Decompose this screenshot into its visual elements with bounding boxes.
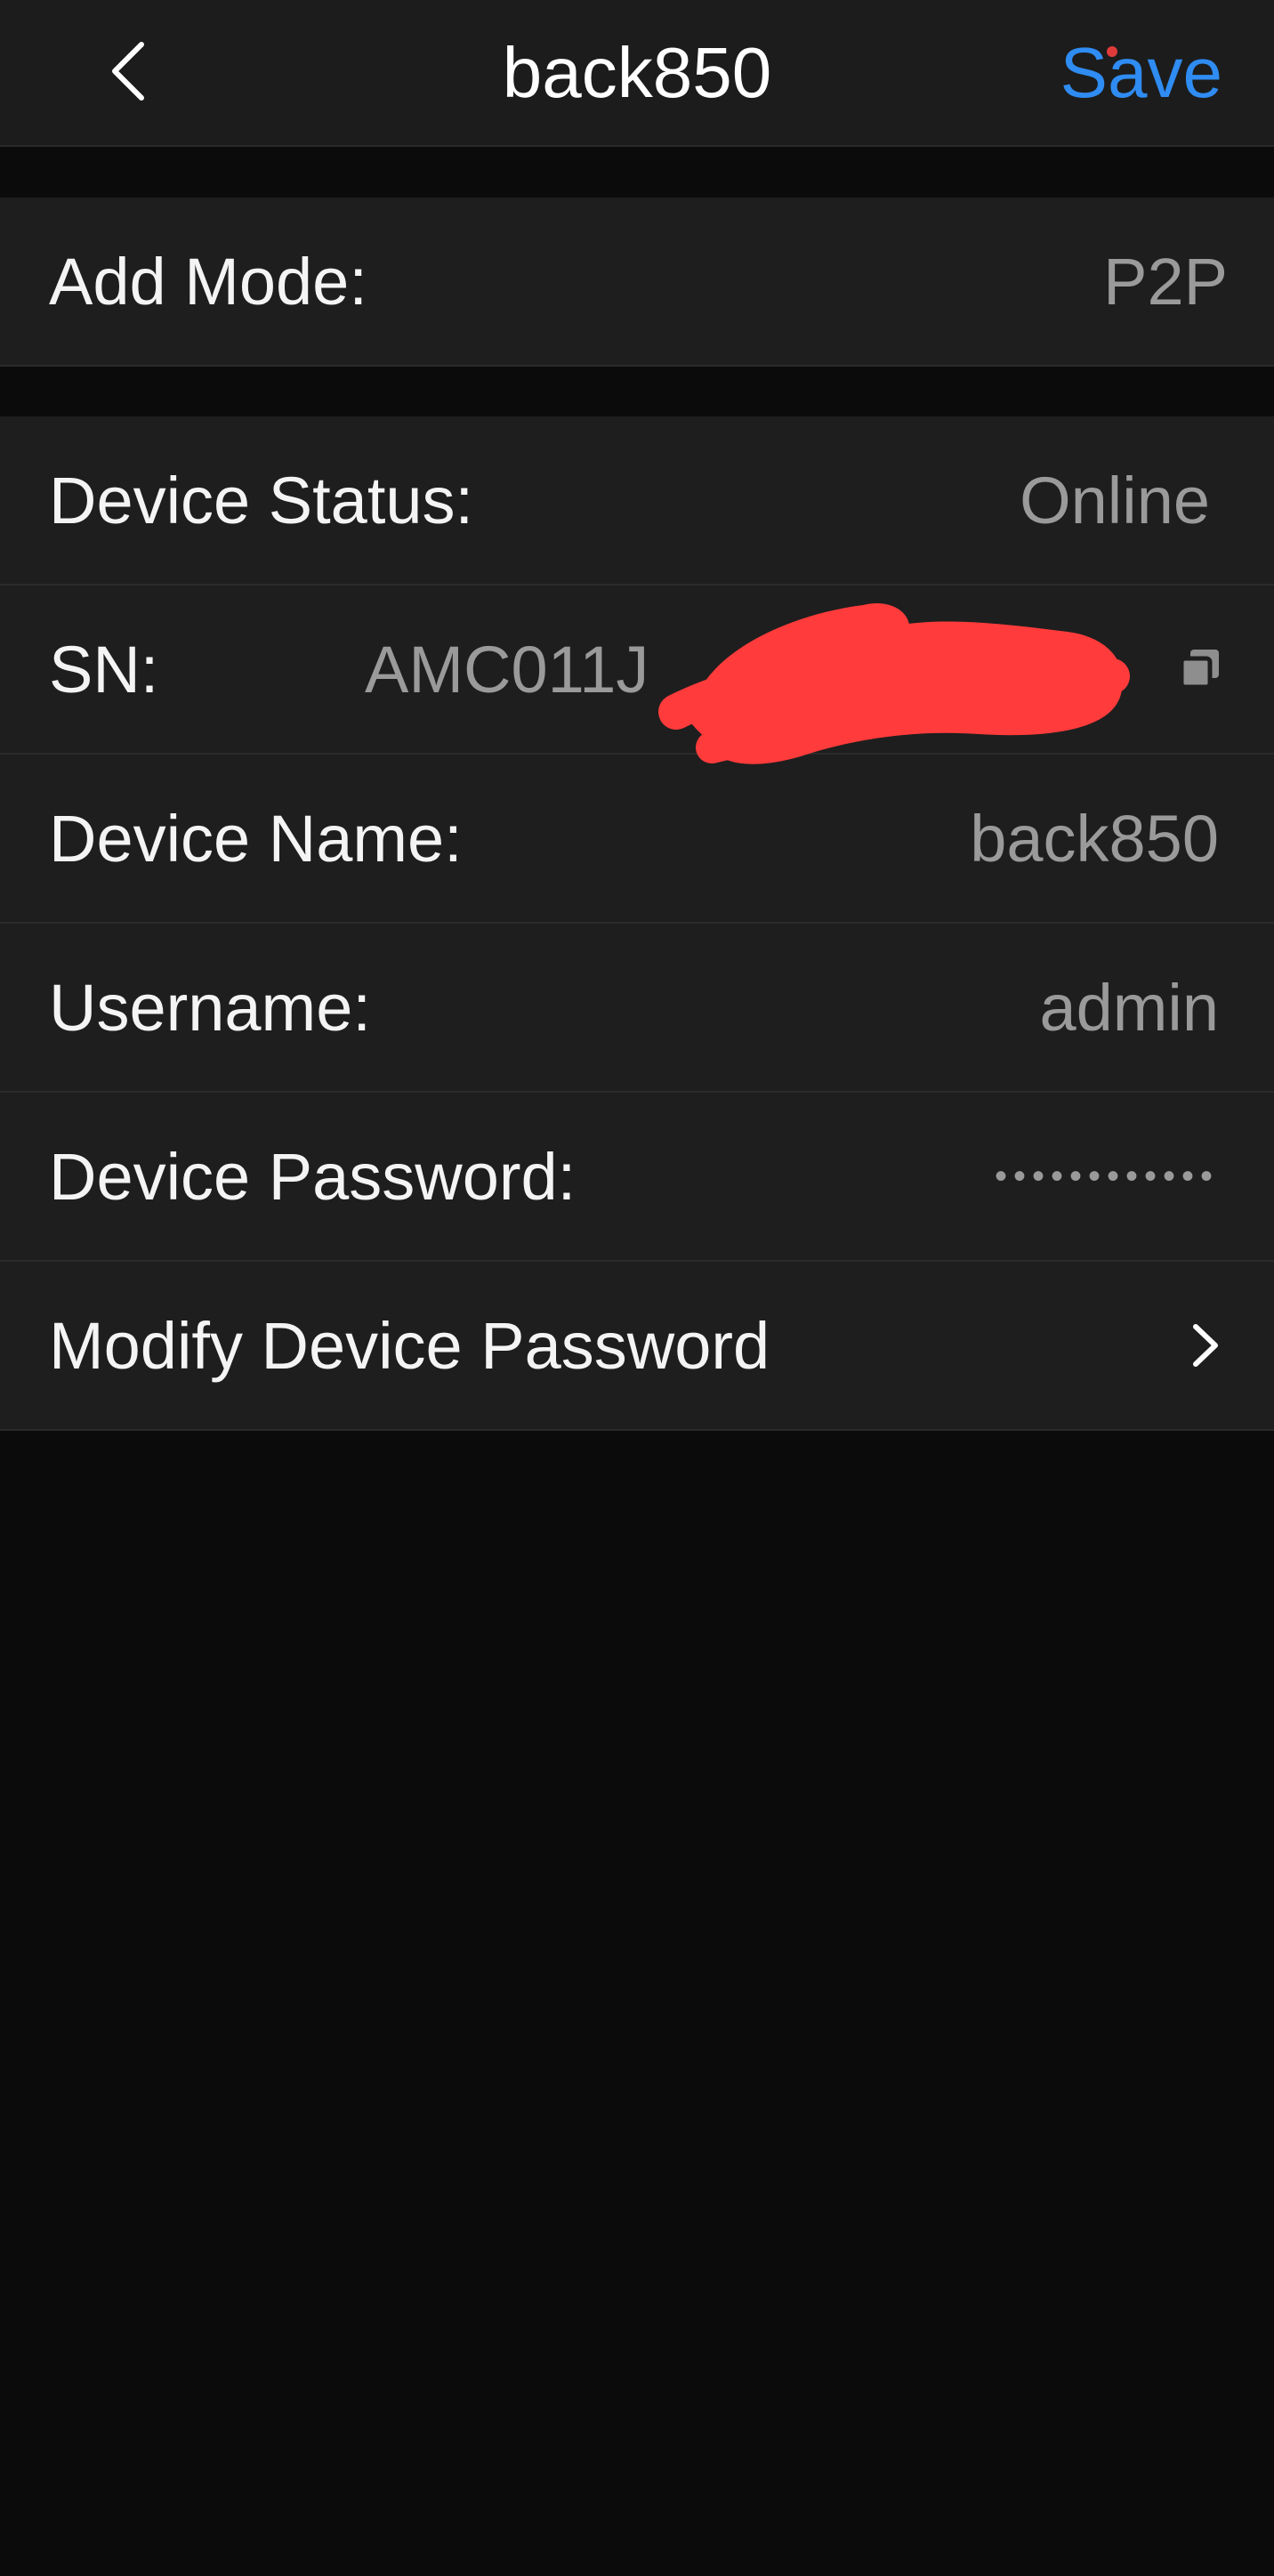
device-status-value: Online	[1020, 463, 1210, 537]
save-button[interactable]: Save	[1060, 0, 1222, 145]
back-button[interactable]	[89, 27, 169, 116]
username-row[interactable]: Username: admin	[0, 924, 1274, 1093]
add-mode-label: Add Mode:	[49, 244, 367, 319]
device-password-row[interactable]: Device Password: ••••••••••••	[0, 1093, 1274, 1262]
sn-value: AMC011J	[365, 632, 649, 707]
copy-sn-button[interactable]	[1174, 642, 1228, 696]
modify-password-row[interactable]: Modify Device Password	[0, 1262, 1274, 1431]
notification-dot	[1107, 46, 1117, 57]
device-info-section: Device Status: Online SN: AMC011J Device…	[0, 416, 1274, 1431]
chevron-right-icon	[1193, 1324, 1218, 1367]
top-bar: back850 Save	[0, 0, 1274, 147]
device-password-value[interactable]: ••••••••••••	[995, 1157, 1219, 1197]
sn-label: SN:	[49, 632, 159, 707]
device-status-label: Device Status:	[49, 463, 474, 537]
device-name-value[interactable]: back850	[970, 801, 1219, 876]
chevron-left-icon	[112, 42, 144, 101]
modify-password-chevron	[1183, 1314, 1228, 1377]
device-status-row: Device Status: Online	[0, 416, 1274, 585]
username-label: Username:	[49, 970, 371, 1045]
add-mode-row: Add Mode: P2P	[0, 198, 1274, 367]
device-name-label: Device Name:	[49, 801, 463, 876]
copy-icon	[1179, 650, 1219, 690]
modify-password-label: Modify Device Password	[49, 1308, 770, 1383]
add-mode-value: P2P	[1103, 244, 1228, 319]
device-name-row[interactable]: Device Name: back850	[0, 755, 1274, 924]
username-value[interactable]: admin	[1039, 970, 1219, 1046]
device-password-label: Device Password:	[49, 1139, 577, 1214]
sn-row: SN: AMC011J	[0, 585, 1274, 755]
add-mode-section: Add Mode: P2P	[0, 198, 1274, 367]
